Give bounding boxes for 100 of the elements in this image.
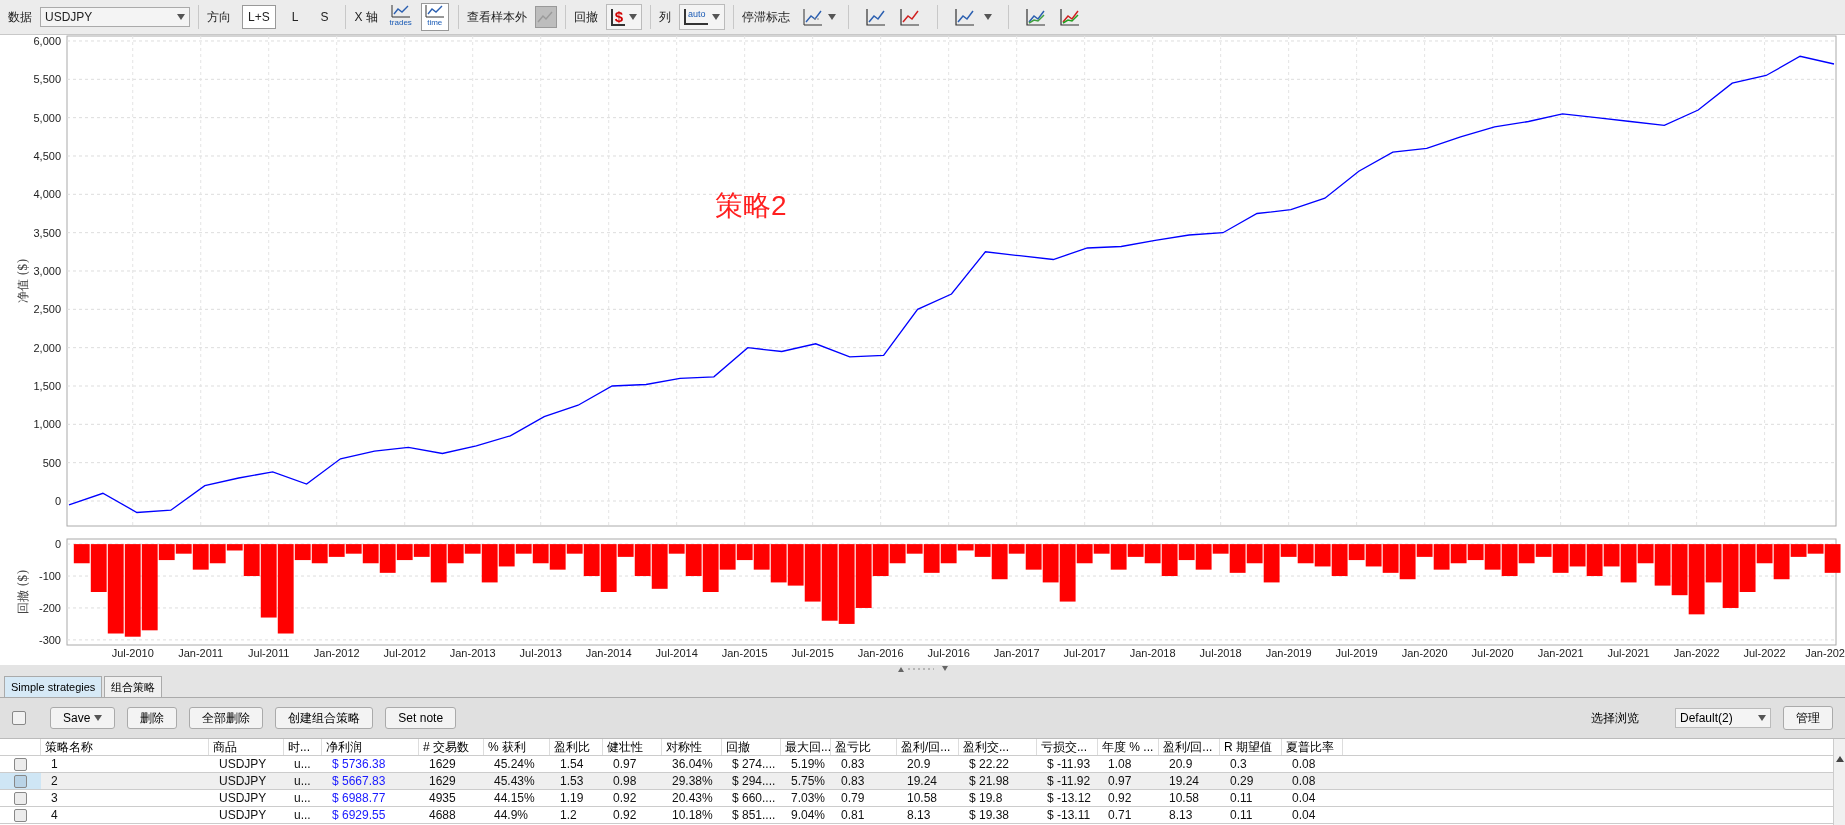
caret-icon xyxy=(1758,715,1766,721)
x-tick-label: Jul-2020 xyxy=(1471,647,1514,659)
column-header[interactable]: 盈利/回... xyxy=(897,739,959,755)
toolbar-button[interactable]: Save xyxy=(50,707,116,729)
row-checkbox[interactable] xyxy=(14,757,27,771)
table-cell-text: $ 294.... xyxy=(731,773,777,789)
tab[interactable]: 组合策略 xyxy=(104,676,163,697)
column-header[interactable]: R 期望值 xyxy=(1220,739,1282,755)
x-axis-mode-button[interactable]: trades xyxy=(386,3,415,31)
row-checkbox[interactable] xyxy=(14,808,27,822)
x-tick-label: Jan-202 xyxy=(1805,647,1845,659)
table-cell-text: $ 660.... xyxy=(731,790,777,806)
tab[interactable]: Simple strategies xyxy=(4,676,103,697)
toolbar-button[interactable]: 全部删除 xyxy=(189,707,264,729)
table-row[interactable]: 2 USDJPY u... $ 5667.83 1629 45.43% 1.53 0.98 29.38% $ 294.... 5.75% 0.83 19.24 $ 21.98 $ -11.92 0.97 19.24 0.29 0.08 xyxy=(0,773,1833,790)
table-cell-text: u... xyxy=(293,756,312,772)
y-axis-title: 净值 ($) xyxy=(16,258,30,304)
table-cell-text: 36.04% xyxy=(671,756,714,772)
y-axis-title: 回撤 ($) xyxy=(16,569,30,615)
splitter-handle-icon[interactable] xyxy=(897,665,948,672)
column-header[interactable]: 回撤 xyxy=(722,739,781,755)
table-cell-text: 4935 xyxy=(428,790,457,806)
view-label: 选择浏览 xyxy=(1591,710,1639,727)
column-header[interactable]: 健壮性 xyxy=(603,739,662,755)
table-cell-text: $ 5667.83 xyxy=(331,773,387,789)
column-header[interactable]: 策略名称 xyxy=(41,739,209,755)
column-header[interactable]: 商品 xyxy=(209,739,284,755)
direction-toggle[interactable]: L+S xyxy=(242,5,276,29)
x-axis-mode-button[interactable]: time xyxy=(420,3,449,31)
toolbar-button[interactable]: 创建组合策略 xyxy=(275,707,374,729)
direction-toggle[interactable]: L xyxy=(285,5,305,29)
table-cell-text: 1.53 xyxy=(559,773,585,789)
table-cell-text: 1.54 xyxy=(559,756,585,772)
table-cell-text: $ 19.38 xyxy=(968,807,1011,823)
table-cell-text: 10.18% xyxy=(671,807,714,823)
toolbar-button[interactable]: 删除 xyxy=(127,707,178,729)
line-chart-icon xyxy=(424,4,445,18)
x-tick-label: Jul-2013 xyxy=(519,647,562,659)
table-cell-text: $ 21.98 xyxy=(968,773,1011,789)
row-checkbox[interactable] xyxy=(14,791,27,805)
table-cell-text: 0.11 xyxy=(1229,807,1254,823)
table-cell-text: $ -13.12 xyxy=(1046,790,1093,806)
caret-icon xyxy=(629,14,638,20)
table-cell-text: 3 xyxy=(50,790,59,806)
multi-line-chart-icon[interactable] xyxy=(1024,7,1047,27)
caret-icon xyxy=(827,14,836,20)
columns-mode-button[interactable]: auto xyxy=(679,4,725,30)
x-tick-label: Jan-2015 xyxy=(721,647,768,659)
table-cell-text: 4688 xyxy=(428,807,457,823)
toolbar-button[interactable]: Set note xyxy=(385,707,457,729)
table-cell-text: 10.58 xyxy=(1168,790,1201,806)
symbol-select[interactable]: USDJPY xyxy=(40,7,190,27)
line-chart-icon[interactable] xyxy=(898,7,921,27)
table-cell-text: 10.58 xyxy=(906,790,939,806)
line-chart-icon[interactable] xyxy=(953,7,976,27)
column-header[interactable]: % 获利 xyxy=(484,739,550,755)
table-row[interactable]: 3 USDJPY u... $ 6988.77 4935 44.15% 1.19 0.92 20.43% $ 660.... 7.03% 0.79 10.58 $ 19.8 $ -13.12 0.92 10.58 0.11 0.04 xyxy=(0,790,1833,807)
table-cell-text: 8.13 xyxy=(1168,807,1194,823)
column-header[interactable]: 盈利比 xyxy=(550,739,603,755)
table-cell-text: 2 xyxy=(50,773,59,789)
view-select[interactable]: Default(2) xyxy=(1675,708,1771,728)
caret-icon xyxy=(94,715,103,721)
y-tick-label: 5,000 xyxy=(33,111,61,124)
column-header[interactable]: # 交易数 xyxy=(419,739,484,755)
drawdown-mode-button[interactable]: $ xyxy=(605,4,643,30)
direction-toggle[interactable]: S xyxy=(314,5,335,29)
table-row[interactable]: 4 USDJPY u... $ 6929.55 4688 44.9% 1.2 0.92 10.18% $ 851.... 9.04% 0.81 8.13 $ 19.38 $ -13.11 0.71 8.13 0.11 0.04 xyxy=(0,807,1833,824)
caret-icon xyxy=(711,14,720,20)
table-cell-text: 20.43% xyxy=(671,790,714,806)
column-header[interactable]: 盈亏比 xyxy=(831,739,897,755)
x-tick-label: Jul-2012 xyxy=(383,647,426,659)
manage-button[interactable]: 管理 xyxy=(1783,706,1833,730)
column-header[interactable]: 净利润 xyxy=(322,739,419,755)
column-header[interactable]: 夏普比率 xyxy=(1282,739,1343,755)
x-axis-label: X 轴 xyxy=(354,9,378,26)
column-header[interactable]: 盈利交... xyxy=(959,739,1037,755)
column-header[interactable]: 最大回... xyxy=(781,739,831,755)
column-header[interactable]: 亏损交... xyxy=(1037,739,1098,755)
select-all-checkbox[interactable] xyxy=(12,711,26,725)
column-header[interactable]: 盈利/回... xyxy=(1159,739,1220,755)
table-cell-text: 0.79 xyxy=(840,790,866,806)
x-tick-label: Jan-2014 xyxy=(585,647,632,659)
table-row[interactable]: 1 USDJPY u... $ 5736.38 1629 45.24% 1.54 0.97 36.04% $ 274.... 5.19% 0.83 20.9 $ 22.22 $ -11.93 1.08 20.9 0.3 0.08 xyxy=(0,756,1833,773)
column-header[interactable]: 时... xyxy=(284,739,322,755)
table-cell-text: $ -13.11 xyxy=(1046,807,1092,823)
table-cell-text: 45.24% xyxy=(493,756,536,772)
table-cell-text: u... xyxy=(293,807,312,823)
table-cell-text: 0.29 xyxy=(1229,773,1255,789)
scroll-up-icon[interactable] xyxy=(1835,756,1844,762)
row-checkbox[interactable] xyxy=(14,774,27,788)
scrollbar[interactable] xyxy=(1833,739,1845,825)
table-cell-text: 9.04% xyxy=(790,807,827,823)
table-cell-text: $ 6988.77 xyxy=(331,790,387,806)
x-tick-label: Jan-2020 xyxy=(1401,647,1448,659)
multi-line-chart-icon[interactable] xyxy=(1058,7,1081,27)
column-header[interactable]: 年度 % ... xyxy=(1098,739,1159,755)
column-header[interactable]: 对称性 xyxy=(662,739,722,755)
x-tick-label: Jan-2021 xyxy=(1537,647,1584,659)
table-cell-text: 44.9% xyxy=(493,807,530,823)
line-chart-icon xyxy=(801,7,824,27)
